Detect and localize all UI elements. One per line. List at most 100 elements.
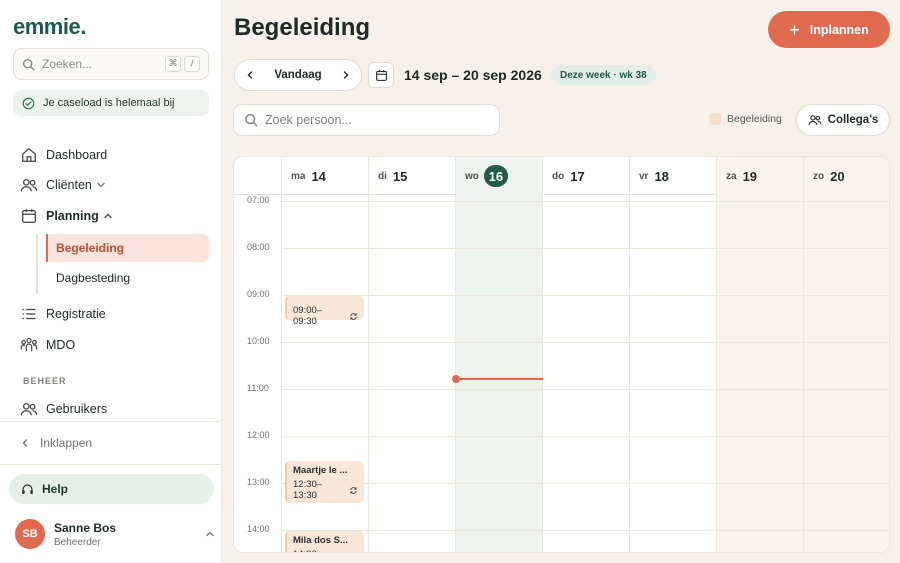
chevron-left-icon (20, 438, 30, 448)
day-number: 15 (392, 168, 408, 184)
nav-gebruikers[interactable]: Gebruikers (20, 400, 107, 418)
day-number: 19 (742, 168, 758, 184)
day-name: di (378, 170, 387, 182)
chevron-down-icon (96, 180, 106, 190)
day-number: 17 (570, 168, 585, 184)
calendar-event[interactable]: 09:00–09:30 (285, 296, 364, 327)
kbd-command: ⌘ (165, 56, 181, 72)
section-label-beheer: BEHEER (23, 376, 67, 386)
collapse-sidebar-button[interactable]: Inklappen (20, 436, 92, 450)
chevron-right-icon (343, 71, 349, 79)
subnav-line (36, 234, 38, 294)
nav-registratie-label: Registratie (46, 307, 106, 321)
subnav-begeleiding-label: Begeleiding (56, 241, 125, 255)
legend-swatch (709, 113, 721, 125)
sidebar-divider (0, 464, 222, 465)
date-picker-button[interactable] (368, 62, 394, 88)
day-divider (803, 195, 804, 552)
chevron-up-icon (103, 211, 113, 221)
nav-gebruikers-label: Gebruikers (46, 402, 108, 416)
kbd-slash: / (184, 56, 200, 72)
hour-label: 11:00 (247, 383, 269, 393)
prev-week-button[interactable] (245, 70, 255, 80)
subnav-begeleiding[interactable]: Begeleiding (46, 234, 209, 262)
day-header-do[interactable]: do 17 (542, 157, 629, 195)
chevron-up-icon (205, 529, 215, 539)
user-role: Beheerder (54, 536, 101, 548)
nav-mdo[interactable]: MDO (20, 336, 75, 354)
weekend-column (803, 157, 889, 552)
day-header-zo[interactable]: zo 20 (803, 157, 889, 195)
user-menu[interactable]: SB Sanne Bos Beheerder (15, 518, 215, 550)
hour-line (281, 248, 889, 249)
logo[interactable]: emmie. (13, 14, 86, 40)
day-divider (716, 195, 717, 552)
person-search-placeholder: Zoek persoon... (265, 113, 352, 127)
event-time: 09:00–09:30 (293, 305, 358, 327)
nav-mdo-label: MDO (46, 338, 76, 352)
event-time-text: 09:00–09:30 (293, 305, 323, 327)
hour-label: 12:00 (247, 430, 270, 440)
day-header-vr[interactable]: vr 18 (629, 157, 716, 195)
date-range: 14 sep – 20 sep 2026 (404, 67, 542, 83)
event-time-text: 14:00–15:00 (293, 549, 345, 552)
sidebar: emmie. Zoeken... ⌘ / Je caseload is hele… (0, 0, 222, 563)
day-number: 18 (654, 168, 669, 184)
sidebar-search-input[interactable]: Zoeken... ⌘ / (13, 48, 209, 80)
hour-line (281, 201, 889, 202)
hour-label: 09:00 (247, 289, 270, 299)
nav-dashboard-label: Dashboard (46, 148, 108, 162)
day-number: 14 (311, 168, 326, 184)
avatar: SB (15, 519, 45, 549)
search-icon (22, 58, 35, 71)
repeat-icon (350, 486, 357, 494)
person-search-input[interactable]: Zoek persoon... (233, 104, 500, 136)
caseload-status-text: Je caseload is helemaal bij (43, 97, 175, 109)
hour-label: 08:00 (247, 242, 270, 252)
day-name: zo (813, 170, 825, 182)
day-header-di[interactable]: di 15 (368, 157, 455, 195)
day-header-wo[interactable]: wo 16 (455, 157, 542, 195)
collapse-label: Inklappen (40, 436, 93, 450)
colleagues-label: Collega's (827, 114, 879, 126)
next-week-button[interactable] (341, 70, 351, 80)
legend: Begeleiding (709, 113, 782, 125)
date-navigator: Vandaag (234, 59, 362, 91)
day-name: wo (465, 170, 479, 182)
subnav-active-indicator (46, 234, 48, 262)
sidebar-divider (0, 421, 222, 422)
subnav-dagbesteding[interactable]: Dagbesteding (46, 264, 209, 292)
hour-line (281, 342, 889, 343)
hour-label: 13:00 (247, 477, 270, 487)
day-header-ma[interactable]: ma 14 (281, 157, 368, 195)
nav-dashboard[interactable]: Dashboard (20, 146, 107, 164)
today-button[interactable]: Vandaag (274, 69, 321, 81)
hour-line (281, 530, 889, 531)
list-icon (20, 305, 38, 323)
users-icon (808, 113, 822, 127)
nav-clienten[interactable]: Cliënten (20, 176, 106, 194)
users-icon (20, 400, 38, 418)
calendar-event[interactable]: Mila dos S... 14:00–15:00 (285, 531, 364, 552)
nav-registratie[interactable]: Registratie (20, 305, 106, 323)
colleagues-button[interactable]: Collega's (796, 104, 890, 136)
headset-icon (21, 483, 34, 496)
calendar-icon (20, 207, 38, 225)
week-badge: Deze week · wk 38 (551, 65, 656, 85)
day-divider (629, 195, 630, 552)
nav-planning-label: Planning (46, 209, 99, 223)
calendar-icon (375, 69, 388, 82)
today-column (455, 157, 542, 552)
event-title: Mila dos S... (293, 535, 348, 546)
calendar-event[interactable]: Maartje le ... 12:30–13:30 (285, 461, 364, 503)
week-calendar: 07:00 08:00 09:00 10:00 11:00 12:00 13:00 14:00… (233, 156, 890, 553)
help-button[interactable]: Help (9, 474, 214, 504)
day-number: 16 (483, 165, 508, 187)
subnav-dagbesteding-label: Dagbesteding (56, 271, 131, 285)
nav-planning[interactable]: Planning (20, 207, 113, 225)
day-name: do (552, 170, 565, 182)
day-header-za[interactable]: za 19 (716, 157, 803, 195)
inplannen-button[interactable]: + Inplannen (768, 11, 890, 48)
home-icon (20, 146, 38, 164)
current-time-line (456, 378, 543, 380)
